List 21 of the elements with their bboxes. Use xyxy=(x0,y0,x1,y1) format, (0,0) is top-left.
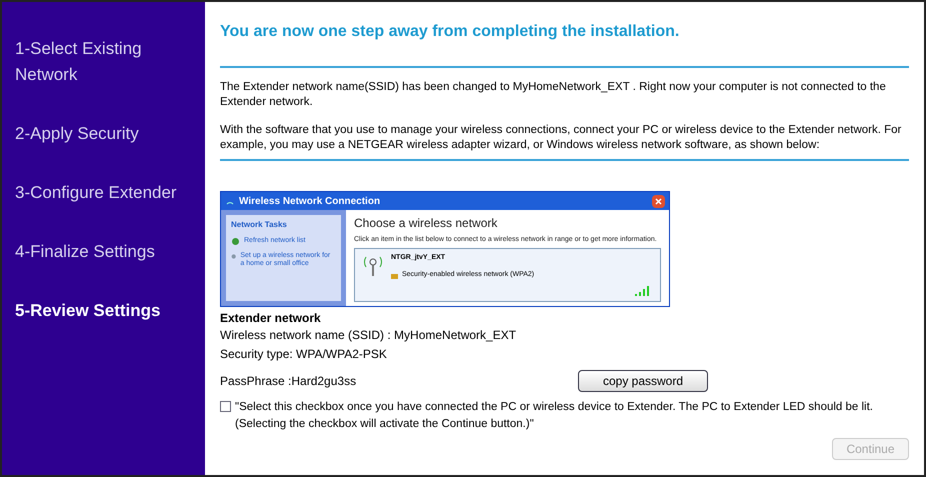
close-button[interactable] xyxy=(652,194,665,208)
section-title: Extender network xyxy=(220,310,322,326)
step-item[interactable]: 3-Configure Extender xyxy=(15,180,192,206)
copy-password-button[interactable]: copy password xyxy=(578,370,708,392)
security-text: Security type: WPA/WPA2-PSK xyxy=(220,346,388,363)
checkbox[interactable] xyxy=(220,401,231,412)
step-item[interactable]: 2-Apply Security xyxy=(15,121,192,147)
step-item[interactable]: 5-Review Settings xyxy=(15,298,192,324)
ssid-text: Wireless network name (SSID) : MyHomeNetwork_EXT xyxy=(220,327,518,344)
confirm-text: "Select this checkbox once you have connected the PC or wireless device to Extender. The PC to Extender LED should be lit. (Selecting the checkbox will activate the Continue button.)" xyxy=(235,400,874,432)
panel-title: Network Tasks xyxy=(231,219,288,231)
step-item[interactable]: 1-Select Existing Network xyxy=(15,36,192,88)
signal-icon xyxy=(634,285,652,297)
step-item[interactable]: 4-Finalize Settings xyxy=(15,239,192,265)
window-heading: Choose a wireless network xyxy=(354,215,498,232)
info-paragraph: With the software that you use to manage your wireless connections, connect your PC or wireless device to the Extender network. For example, you may use a NETGEAR wireless adapter wizard, or Windows wireless network software, as shown below: xyxy=(220,123,902,153)
page-heading: You are now one step away from completing the installation. xyxy=(220,22,680,42)
info-paragraph: The Extender network name(SSID) has been changed to MyHomeNetwork_EXT . Right now your computer is not connected to the Extender network. xyxy=(220,80,887,110)
passphrase-text: PassPhrase :Hard2gu3ss xyxy=(220,373,358,390)
close-icon xyxy=(655,198,662,204)
window-title: Wireless Network Connection xyxy=(239,194,380,208)
